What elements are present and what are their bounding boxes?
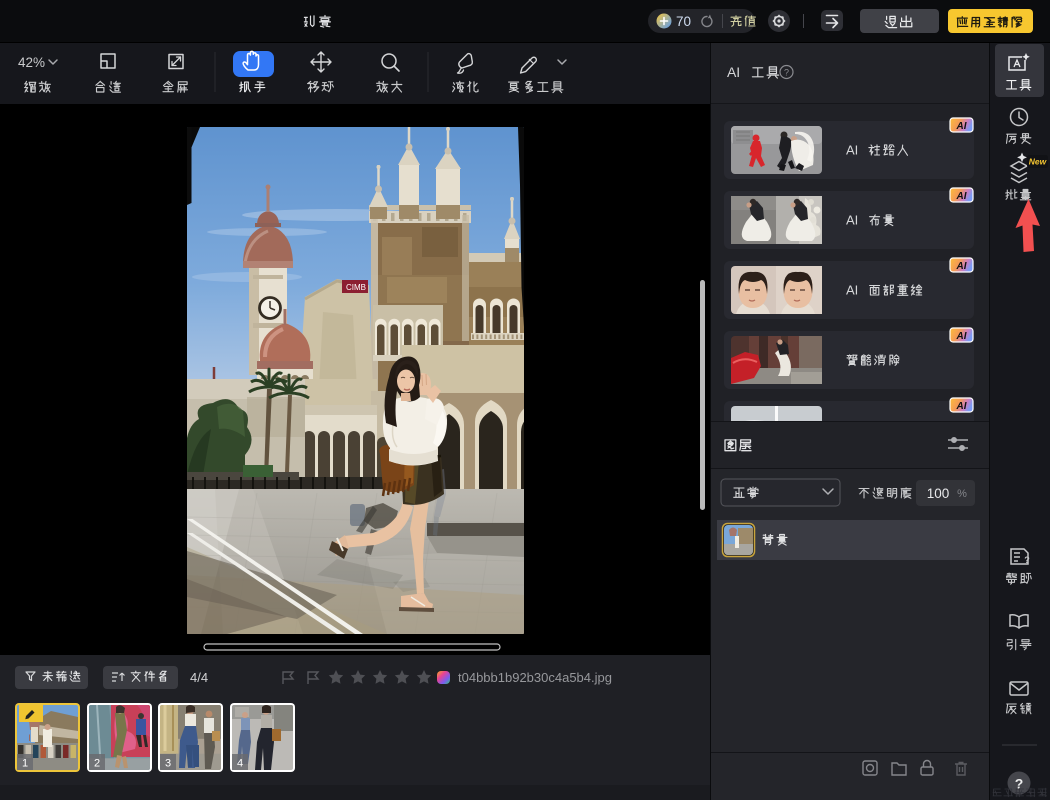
svg-text:AI: AI — [956, 191, 967, 202]
svg-text:1: 1 — [22, 758, 28, 770]
svg-text:CIMB: CIMB — [346, 283, 366, 292]
svg-text:2: 2 — [94, 758, 100, 770]
svg-text:I: I — [855, 143, 859, 158]
svg-text:I: I — [855, 213, 859, 228]
svg-text:?: ? — [784, 68, 789, 78]
svg-text:I: I — [855, 283, 859, 298]
svg-text:42%: 42% — [18, 55, 45, 70]
svg-text:New: New — [1029, 157, 1048, 167]
svg-text:?: ? — [1024, 555, 1030, 565]
svg-text:70: 70 — [676, 14, 691, 29]
svg-text:AI: AI — [956, 261, 967, 272]
svg-text:AI: AI — [956, 331, 967, 342]
svg-text:t04bbb1b92b30c4a5b4.jpg: t04bbb1b92b30c4a5b4.jpg — [458, 670, 612, 685]
svg-text:I: I — [736, 64, 740, 80]
svg-text:%: % — [957, 488, 967, 500]
svg-text:4/4: 4/4 — [190, 670, 208, 685]
svg-text:100: 100 — [927, 486, 950, 501]
svg-text:4: 4 — [237, 758, 243, 770]
svg-text:AI: AI — [956, 121, 967, 132]
svg-text:3: 3 — [165, 758, 171, 770]
svg-text:AI: AI — [956, 401, 967, 412]
